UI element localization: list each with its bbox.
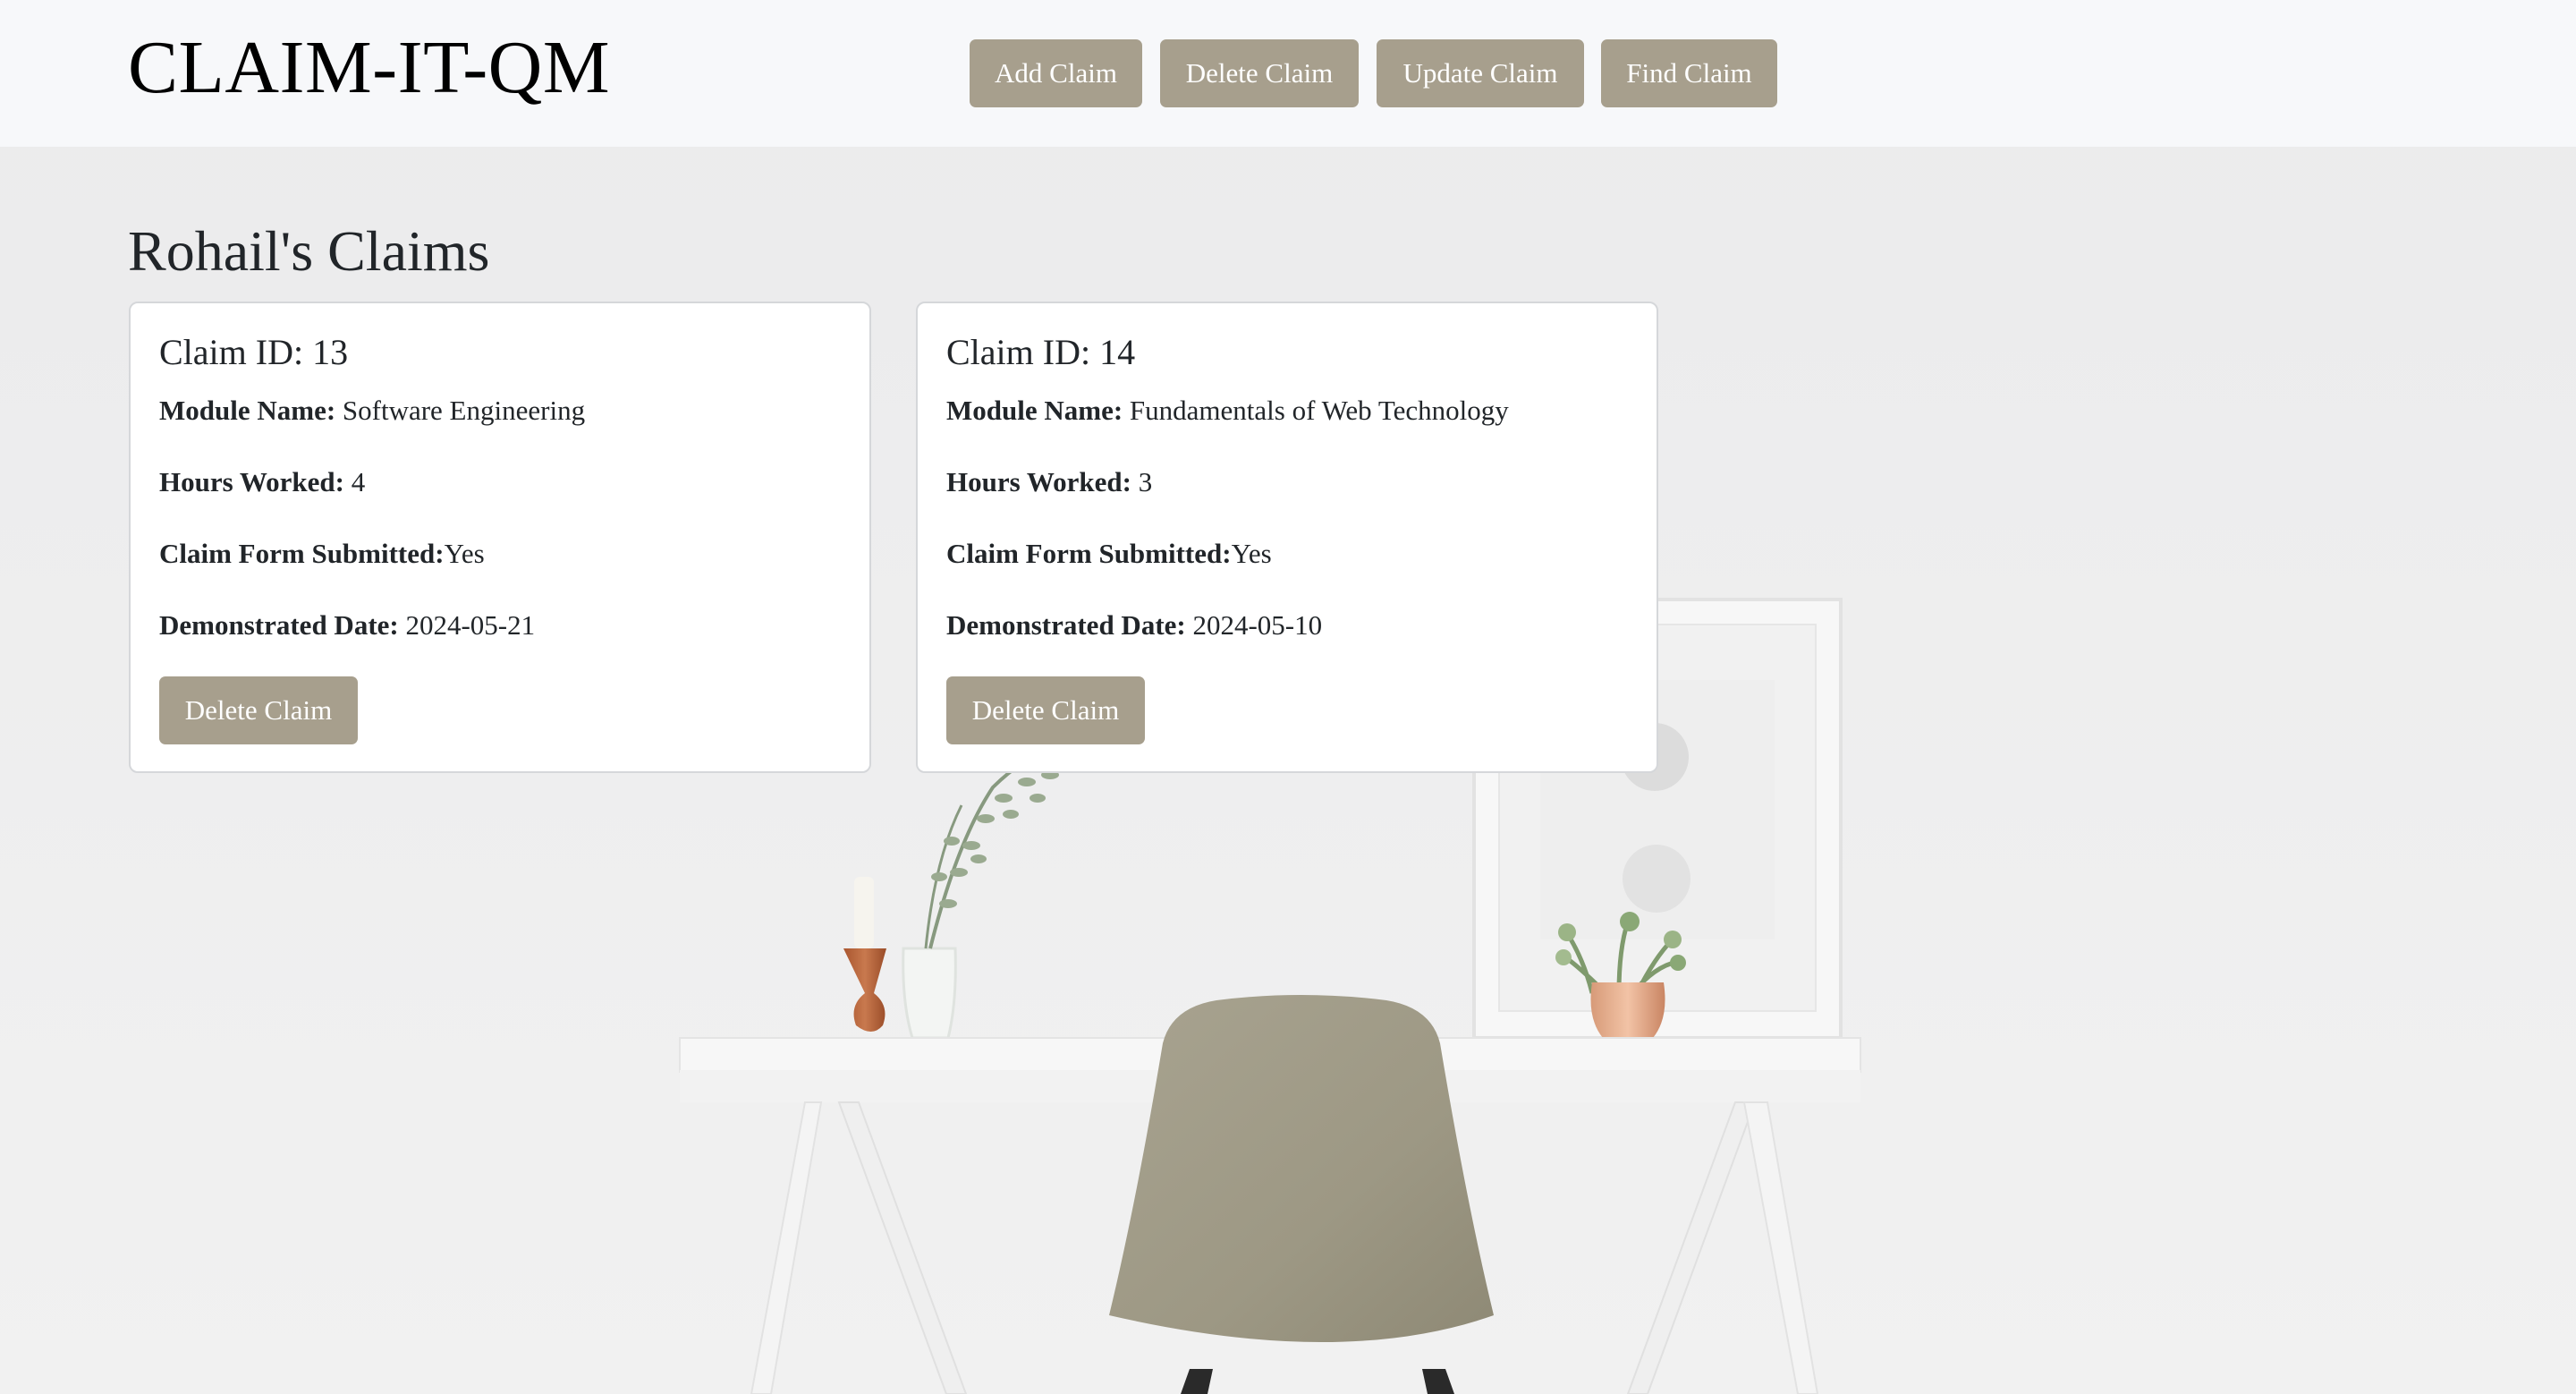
update-claim-button[interactable]: Update Claim [1377,39,1584,107]
claim-id-heading: Claim ID: 14 [946,332,1136,372]
card-delete-claim-button[interactable]: Delete Claim [946,676,1145,744]
demonstrated-date-field: Demonstrated Date: 2024-05-21 [159,608,535,643]
add-claim-button[interactable]: Add Claim [970,39,1142,107]
module-name-field: Module Name: Software Engineering [159,393,585,429]
hours-worked-value: 4 [351,466,366,497]
claim-form-submitted-field: Claim Form Submitted:Yes [946,536,1272,572]
delete-claim-nav-button[interactable]: Delete Claim [1160,39,1359,107]
hours-worked-label: Hours Worked: [159,466,344,497]
page-title: Rohail's Claims [128,219,490,283]
hours-worked-field: Hours Worked: 3 [946,464,1152,500]
find-claim-button[interactable]: Find Claim [1601,39,1777,107]
hours-worked-value: 3 [1138,466,1153,497]
claim-form-submitted-field: Claim Form Submitted:Yes [159,536,485,572]
card-delete-claim-button[interactable]: Delete Claim [159,676,358,744]
module-name-value: Fundamentals of Web Technology [1129,395,1509,426]
app-brand-title[interactable]: CLAIM-IT-QM [128,23,610,113]
claim-id-heading: Claim ID: 13 [159,332,349,372]
demonstrated-date-label: Demonstrated Date: [159,609,399,641]
claim-form-submitted-label: Claim Form Submitted: [946,538,1232,569]
module-name-label: Module Name: [946,395,1123,426]
claim-card: Claim ID: 14 Module Name: Fundamentals o… [916,302,1658,773]
top-navbar: CLAIM-IT-QM Add Claim Delete Claim Updat… [0,0,2576,147]
demonstrated-date-value: 2024-05-21 [405,609,536,641]
hours-worked-field: Hours Worked: 4 [159,464,365,500]
claim-form-submitted-value: Yes [1231,538,1272,569]
module-name-value: Software Engineering [342,395,586,426]
demonstrated-date-field: Demonstrated Date: 2024-05-10 [946,608,1322,643]
module-name-label: Module Name: [159,395,336,426]
claim-card: Claim ID: 13 Module Name: Software Engin… [129,302,871,773]
demonstrated-date-value: 2024-05-10 [1192,609,1323,641]
claim-form-submitted-value: Yes [444,538,485,569]
hours-worked-label: Hours Worked: [946,466,1131,497]
module-name-field: Module Name: Fundamentals of Web Technol… [946,393,1509,429]
claim-form-submitted-label: Claim Form Submitted: [159,538,445,569]
demonstrated-date-label: Demonstrated Date: [946,609,1186,641]
